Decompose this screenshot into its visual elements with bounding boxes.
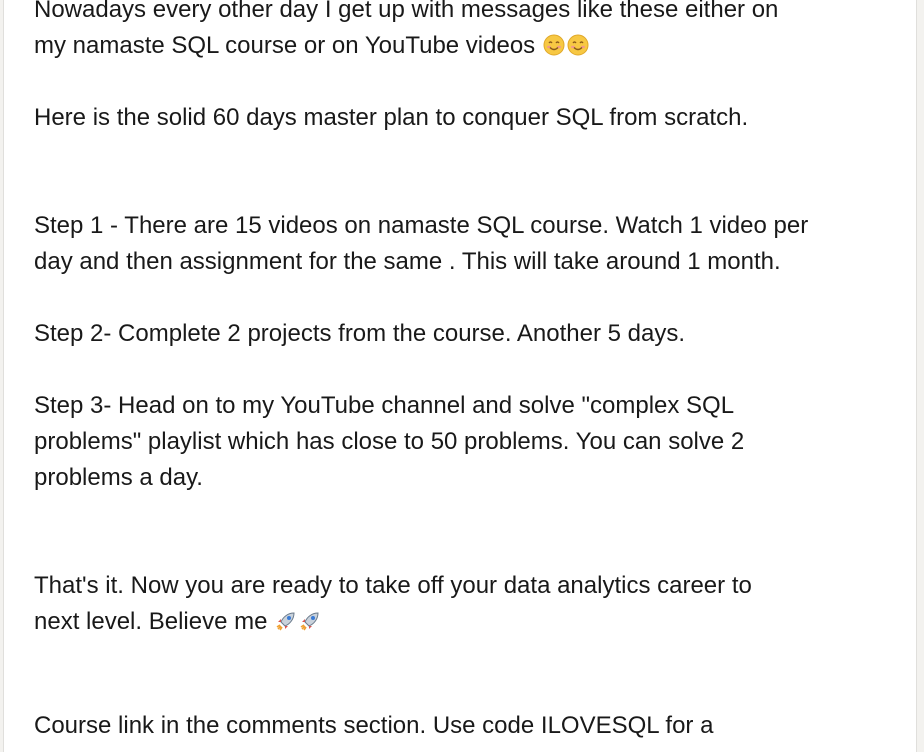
post-line: Step 1 - There are 15 videos on namaste … [34, 212, 809, 239]
rocket-icon [301, 612, 319, 631]
rocket-icon [277, 612, 295, 631]
post-line: problems" playlist which has close to 50… [34, 428, 745, 455]
post-line-text: my namaste SQL course or on YouTube vide… [34, 32, 536, 59]
post-line-text: next level. Believe me [34, 608, 268, 635]
post-line: Step 3- Head on to my YouTube channel an… [34, 392, 735, 419]
post-line-with-emoji: my namaste SQL course or on YouTube vide… [34, 28, 884, 64]
post-line: Step 2- Complete 2 projects from the cou… [34, 320, 685, 347]
post-line: Here is the solid 60 days master plan to… [34, 104, 749, 131]
post-line: day and then assignment for the same . T… [34, 248, 781, 275]
post-text: Nowadays every other day I get up with m… [34, 0, 884, 676]
post-line: That's it. Now you are ready to take off… [34, 572, 752, 599]
post-line: Nowadays every other day I get up with m… [34, 0, 779, 23]
smiling-face-icon [543, 34, 565, 56]
post-line-cutoff: Course link in the comments section. Use… [34, 712, 714, 739]
post-line-with-emoji: next level. Believe me [34, 604, 884, 640]
post-line: problems a day. [34, 464, 203, 491]
post-card: Nowadays every other day I get up with m… [3, 0, 917, 752]
smiling-face-icon [567, 34, 589, 56]
